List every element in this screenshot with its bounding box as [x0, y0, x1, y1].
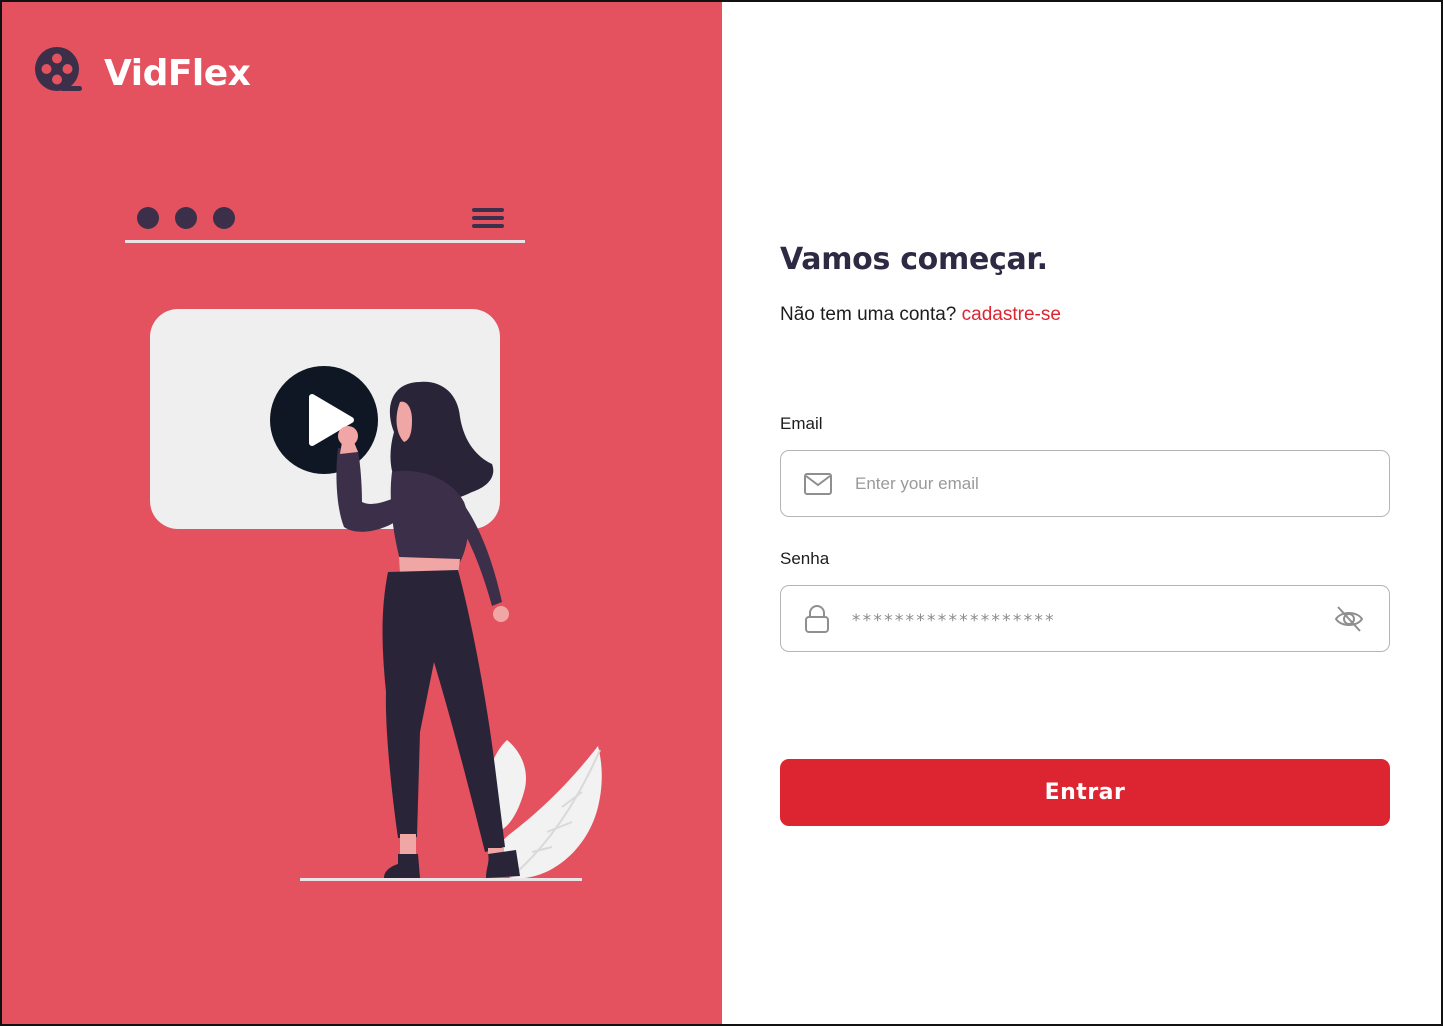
login-panel: Vamos começar. Não tem uma conta? cadast…: [722, 2, 1441, 1024]
browser-dots: [137, 207, 235, 229]
lock-icon: [803, 604, 831, 634]
ground-line: [300, 878, 582, 881]
login-page: VidFlex Vamos começar. Não tem uma conta…: [0, 0, 1443, 1026]
email-input[interactable]: [853, 451, 1319, 516]
no-account-text: Não tem uma conta?: [780, 304, 957, 325]
password-field[interactable]: *******************: [780, 585, 1390, 652]
email-label: Email: [780, 414, 823, 433]
signup-prompt: Não tem uma conta? cadastre-se: [780, 304, 1061, 326]
video-illustration: [125, 207, 602, 881]
submit-button[interactable]: Entrar: [780, 759, 1390, 826]
password-label: Senha: [780, 549, 830, 568]
brand-panel: VidFlex: [2, 2, 722, 1024]
hamburger-icon: [472, 208, 504, 228]
eye-off-icon[interactable]: [1333, 604, 1365, 634]
mail-icon: [803, 472, 833, 496]
email-field[interactable]: [780, 450, 1390, 517]
page-title: Vamos começar.: [780, 242, 1048, 277]
play-icon: [270, 366, 378, 474]
browser-divider: [125, 240, 525, 243]
signup-link[interactable]: cadastre-se: [962, 304, 1061, 325]
password-input[interactable]: *******************: [851, 611, 1055, 631]
